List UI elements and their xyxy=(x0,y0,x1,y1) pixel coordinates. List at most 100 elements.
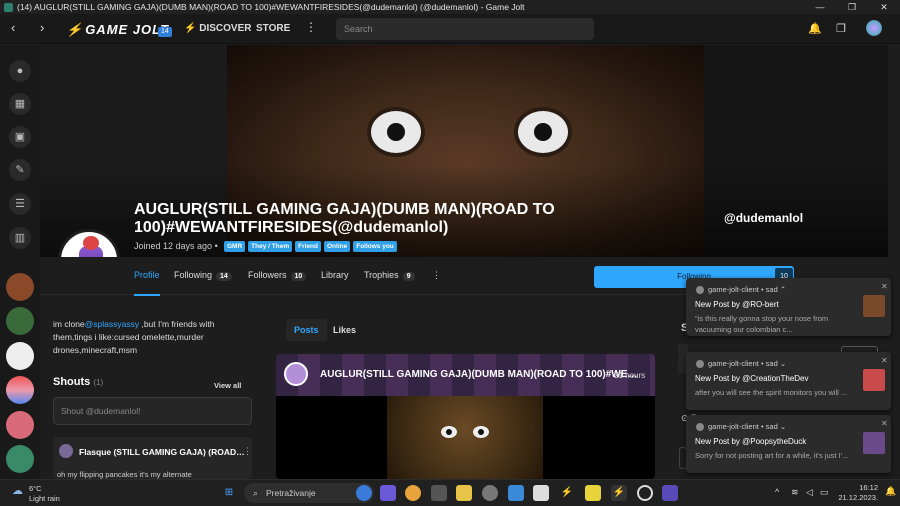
user-avatar[interactable] xyxy=(866,20,882,36)
tag-gmr: GMR xyxy=(224,241,246,252)
mail-icon[interactable] xyxy=(508,485,524,501)
community-avatar[interactable] xyxy=(6,273,34,301)
notepad-icon[interactable] xyxy=(533,485,549,501)
minimize-icon[interactable]: — xyxy=(804,0,836,14)
forward-icon[interactable]: › xyxy=(40,20,44,35)
game-jolt-logo[interactable]: ⚡ GAME JOLT xyxy=(66,22,169,38)
toast-title: New Post by @RO-bert xyxy=(695,300,779,309)
app-small-icon xyxy=(696,360,704,369)
toast-notification[interactable]: game-jolt-client • sad ⌄ ✕ New Post by @… xyxy=(686,415,891,473)
bolt-icon: ⚡ xyxy=(66,22,84,37)
discover-link[interactable]: ⚡ DISCOVER xyxy=(184,23,251,34)
library-icon[interactable]: ▥ xyxy=(9,227,31,249)
tab-likes[interactable]: Likes xyxy=(325,319,364,341)
teams-icon[interactable] xyxy=(662,485,678,501)
settings-icon[interactable] xyxy=(482,485,498,501)
toast-mood: sad xyxy=(765,359,778,368)
close-icon[interactable]: ✕ xyxy=(881,356,888,365)
toast-source-name: game-jolt-client xyxy=(708,422,759,431)
community-avatar[interactable] xyxy=(6,307,34,335)
backpack-icon[interactable]: ▣ xyxy=(9,126,31,148)
bell-icon[interactable]: 🔔 xyxy=(808,22,822,35)
bio-mention-link[interactable]: @splassyassy xyxy=(85,319,139,329)
profile-tags: GMR They / Them Friend Online Follows yo… xyxy=(224,241,397,252)
tab-trophies[interactable]: Trophies 9 xyxy=(364,270,415,281)
tag-pronouns: They / Them xyxy=(248,241,293,252)
title-bar: (14) AUGLUR(STILL GAMING GAJA)(DUMB MAN)… xyxy=(0,0,900,14)
view-all-shouts-link[interactable]: View all xyxy=(214,381,241,390)
tab-followers[interactable]: Followers 10 xyxy=(248,270,307,281)
store-icon[interactable]: ▦ xyxy=(9,93,31,115)
toast-body: "is this really gonna stop your nose fro… xyxy=(695,314,829,334)
toast-thumbnail xyxy=(863,369,885,391)
chevron-up-icon[interactable]: ⌃ xyxy=(780,285,786,294)
chat-icon[interactable]: ☰ xyxy=(9,193,31,215)
store-link[interactable]: STORE xyxy=(256,23,290,34)
game-jolt-taskbar-icon[interactable]: ⚡ xyxy=(559,485,575,501)
window-switch-icon[interactable]: ❐ xyxy=(836,22,846,35)
store-app-icon[interactable] xyxy=(431,485,447,501)
chrome-icon[interactable] xyxy=(405,485,421,501)
taskbar: ☁ 6°C Light rain ⊞ ⌕ Pretraživanje ⚡ ⚡ ^ … xyxy=(0,479,900,506)
following-count: 14 xyxy=(216,272,232,281)
close-icon[interactable]: ✕ xyxy=(868,0,900,14)
volume-icon[interactable]: ◁ xyxy=(806,487,813,498)
tab-profile[interactable]: Profile xyxy=(134,270,160,280)
toast-notification[interactable]: game-jolt-client • sad ⌃ ✕ New Post by @… xyxy=(686,278,891,336)
app-icon-yellow[interactable] xyxy=(585,485,601,501)
chevron-down-icon[interactable]: ⌄ xyxy=(780,359,786,368)
close-icon[interactable]: ✕ xyxy=(881,419,888,428)
shout-avatar[interactable] xyxy=(59,444,73,458)
creator-icon[interactable]: ✎ xyxy=(9,159,31,181)
wifi-icon[interactable]: ≋ xyxy=(791,487,799,498)
community-avatar[interactable] xyxy=(6,376,34,404)
post-image[interactable] xyxy=(387,396,543,479)
chevron-down-icon[interactable]: ⌄ xyxy=(780,422,786,431)
search-input[interactable] xyxy=(336,18,594,40)
notification-bell-icon[interactable]: 🔔 xyxy=(885,486,896,497)
community-avatar[interactable] xyxy=(6,342,34,370)
weather-desc: Light rain xyxy=(29,494,60,503)
toast-source-name: game-jolt-client xyxy=(708,359,759,368)
logo-text: GAME JOLT xyxy=(85,22,170,37)
copilot-icon[interactable] xyxy=(356,485,372,501)
back-icon[interactable]: ‹ xyxy=(11,20,15,35)
community-avatar[interactable] xyxy=(6,411,34,439)
toast-mood: sad xyxy=(765,422,778,431)
community-avatar[interactable] xyxy=(6,445,34,473)
tray-chevron-icon[interactable]: ^ xyxy=(775,487,779,497)
tag-online: Online xyxy=(323,241,351,252)
battery-icon[interactable]: ▭ xyxy=(820,487,829,498)
maximize-icon[interactable]: ❐ xyxy=(836,0,868,14)
activity-icon[interactable]: ● xyxy=(9,60,31,82)
post-author-name[interactable]: AUGLUR(STILL GAMING GAJA)(DUMB MAN)(ROAD… xyxy=(320,369,637,380)
shout-author[interactable]: Flasque (STILL GAMING GAJA) (ROAD… xyxy=(79,447,245,457)
tab-following[interactable]: Following 14 xyxy=(174,270,232,281)
teams-chat-icon[interactable] xyxy=(380,485,396,501)
post-card[interactable]: AUGLUR(STILL GAMING GAJA)(DUMB MAN)(ROAD… xyxy=(276,354,655,479)
avatar-figure-head xyxy=(83,236,99,250)
close-icon[interactable]: ✕ xyxy=(881,282,888,291)
shout-more-icon[interactable]: ⋮ xyxy=(243,446,252,457)
toast-notification[interactable]: game-jolt-client • sad ⌄ ✕ New Post by @… xyxy=(686,352,891,410)
window-title: (14) AUGLUR(STILL GAMING GAJA)(DUMB MAN)… xyxy=(17,2,525,12)
start-icon[interactable]: ⊞ xyxy=(221,485,237,501)
taskbar-clock[interactable]: 16:12 21.12.2023. xyxy=(838,483,878,503)
tab-library[interactable]: Library xyxy=(321,270,349,280)
discover-label: DISCOVER xyxy=(199,23,252,34)
shout-input[interactable] xyxy=(53,397,252,425)
taskbar-search[interactable]: ⌕ Pretraživanje xyxy=(244,483,374,503)
active-tab-indicator xyxy=(134,294,160,296)
tab-posts[interactable]: Posts xyxy=(286,319,327,341)
banner-eye-right xyxy=(514,107,572,157)
clock-date: 21.12.2023. xyxy=(838,493,878,502)
shouts-count: (1) xyxy=(93,378,104,387)
game-jolt-active-icon[interactable]: ⚡ xyxy=(611,485,627,501)
profile-more-icon[interactable]: ⋮ xyxy=(432,270,441,281)
more-menu-icon[interactable]: ⋮ xyxy=(305,20,317,34)
toast-source: game-jolt-client • sad ⌄ xyxy=(696,422,786,432)
post-author-avatar[interactable] xyxy=(284,362,308,386)
app-icon-ring[interactable] xyxy=(637,485,653,501)
file-explorer-icon[interactable] xyxy=(456,485,472,501)
tag-friend: Friend xyxy=(295,241,321,252)
